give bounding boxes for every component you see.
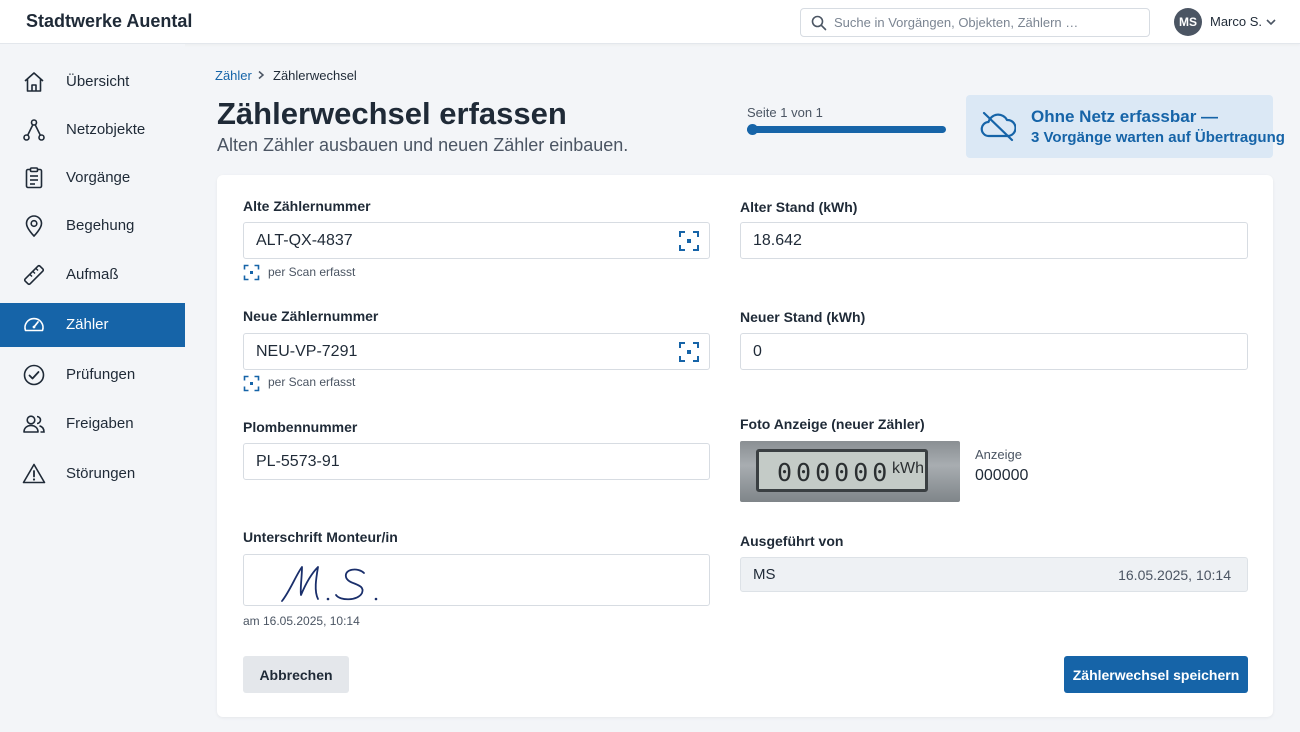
sidebar-item-aufmass[interactable]: Aufmaß: [0, 253, 185, 297]
brand-name: Stadtwerke Auental: [26, 11, 193, 31]
signature-label: Unterschrift Monteur/in: [243, 529, 398, 545]
new-meter-value: NEU-VP-7291: [256, 343, 358, 360]
chevron-right-icon: [258, 70, 265, 80]
sidebar-item-label: Vorgänge: [66, 169, 131, 186]
search-icon: [811, 15, 827, 31]
scan-icon: [243, 264, 260, 281]
check-circle-icon: [23, 364, 45, 386]
scan-icon[interactable]: [678, 230, 700, 252]
sidebar-item-begehung[interactable]: Begehung: [0, 204, 185, 248]
executed-by-label: Ausgeführt von: [740, 533, 844, 549]
executed-by-field: MS 16.05.2025, 10:14: [740, 557, 1248, 592]
new-reading-field[interactable]: 0: [740, 333, 1248, 370]
photo-label: Foto Anzeige (neuer Zähler): [740, 416, 925, 432]
seal-label: Plombennummer: [243, 419, 358, 435]
avatar[interactable]: MS: [1174, 8, 1202, 36]
offline-banner-detail: 3 Vorgänge warten auf Übertragung: [1031, 129, 1285, 146]
old-meter-label: Alte Zählernummer: [243, 198, 371, 214]
progress-marker: [747, 124, 758, 135]
sidebar-item-label: Freigaben: [66, 415, 134, 432]
search-placeholder: Suche in Vorgängen, Objekten, Zählern …: [834, 15, 1079, 30]
seal-number-field[interactable]: PL-5573-91: [243, 443, 710, 480]
sidebar-item-freigaben[interactable]: Freigaben: [0, 402, 185, 446]
executed-by-value: MS: [753, 566, 776, 583]
signature-image: [281, 566, 378, 602]
sidebar-item-stoerungen[interactable]: Störungen: [0, 452, 185, 496]
sidebar-item-label: Übersicht: [66, 73, 130, 90]
new-reading-value: 0: [753, 343, 762, 360]
display-label: Anzeige: [975, 447, 1022, 462]
scan-icon: [243, 375, 260, 392]
new-meter-field[interactable]: NEU-VP-7291: [243, 333, 710, 370]
sidebar-item-uebersicht[interactable]: Übersicht: [0, 60, 185, 104]
sidebar-item-label: Aufmaß: [66, 266, 119, 283]
user-name[interactable]: Marco S.: [1210, 14, 1262, 29]
sidebar-item-netzobjekte[interactable]: Netzobjekte: [0, 108, 185, 152]
signature-pad[interactable]: [243, 554, 710, 606]
offline-banner-title: Ohne Netz erfassbar —: [1031, 107, 1219, 126]
clipboard-icon: [25, 167, 43, 189]
sidebar-item-label: Prüfungen: [66, 366, 136, 383]
page-subtitle: Alten Zähler ausbauen und neuen Zähler e…: [217, 135, 629, 155]
display-value: 000000: [975, 467, 1029, 484]
old-reading-label: Alter Stand (kWh): [740, 199, 858, 215]
signature-date: am 16.05.2025, 10:14: [243, 614, 360, 628]
offline-banner: Ohne Netz erfassbar — 3 Vorgänge warten …: [966, 95, 1285, 158]
old-reading-field[interactable]: 18.642: [740, 222, 1248, 259]
progress-bar: [747, 126, 946, 133]
sidebar-item-label: Störungen: [66, 465, 136, 482]
network-icon: [23, 119, 45, 141]
sidebar-item-vorgaenge[interactable]: Vorgänge: [0, 156, 185, 200]
new-meter-label: Neue Zählernummer: [243, 308, 379, 324]
sidebar: Übersicht Netzobjekte Vorgänge Begehung …: [0, 44, 185, 732]
map-pin-icon: [25, 215, 43, 238]
gauge-icon: [24, 317, 44, 332]
scan-icon[interactable]: [678, 341, 700, 363]
old-meter-value: ALT-QX-4837: [256, 232, 353, 249]
progress-label: Seite 1 von 1: [747, 105, 823, 120]
sidebar-item-pruefungen[interactable]: Prüfungen: [0, 353, 185, 397]
new-reading-label: Neuer Stand (kWh): [740, 309, 866, 325]
seal-value: PL-5573-91: [256, 453, 340, 470]
page-title: Zählerwechsel erfassen: [217, 96, 567, 131]
sidebar-item-label: Begehung: [66, 217, 135, 234]
meter-photo-digits: 000000: [777, 458, 892, 487]
breadcrumb-parent-link[interactable]: Zähler: [215, 68, 252, 83]
warning-icon: [22, 463, 46, 484]
cancel-button[interactable]: Abbrechen: [243, 656, 349, 693]
save-button[interactable]: Zählerwechsel speichern: [1064, 656, 1248, 693]
top-bar: Stadtwerke Auental Suche in Vorgängen, O…: [0, 0, 1300, 44]
executed-timestamp: 16.05.2025, 10:14: [1118, 567, 1231, 583]
old-meter-hint: per Scan erfasst: [268, 265, 356, 279]
ruler-icon: [23, 264, 45, 286]
breadcrumb-current: Zählerwechsel: [273, 68, 357, 83]
sidebar-item-label: Zähler: [66, 316, 109, 333]
sidebar-item-zaehler[interactable]: Zähler: [0, 303, 185, 347]
search-input[interactable]: Suche in Vorgängen, Objekten, Zählern …: [800, 8, 1150, 37]
new-meter-hint: per Scan erfasst: [268, 375, 356, 389]
old-reading-value: 18.642: [753, 232, 802, 249]
meter-photo[interactable]: 000000 kWh: [740, 441, 960, 502]
meter-photo-unit: kWh: [892, 460, 924, 477]
chevron-down-icon[interactable]: [1265, 17, 1277, 27]
cloud-offline-icon: [980, 111, 1016, 142]
sidebar-item-label: Netzobjekte: [66, 121, 146, 138]
home-icon: [24, 72, 44, 92]
users-icon: [23, 415, 45, 433]
progress-fill: [747, 126, 946, 133]
old-meter-field[interactable]: ALT-QX-4837: [243, 222, 710, 259]
